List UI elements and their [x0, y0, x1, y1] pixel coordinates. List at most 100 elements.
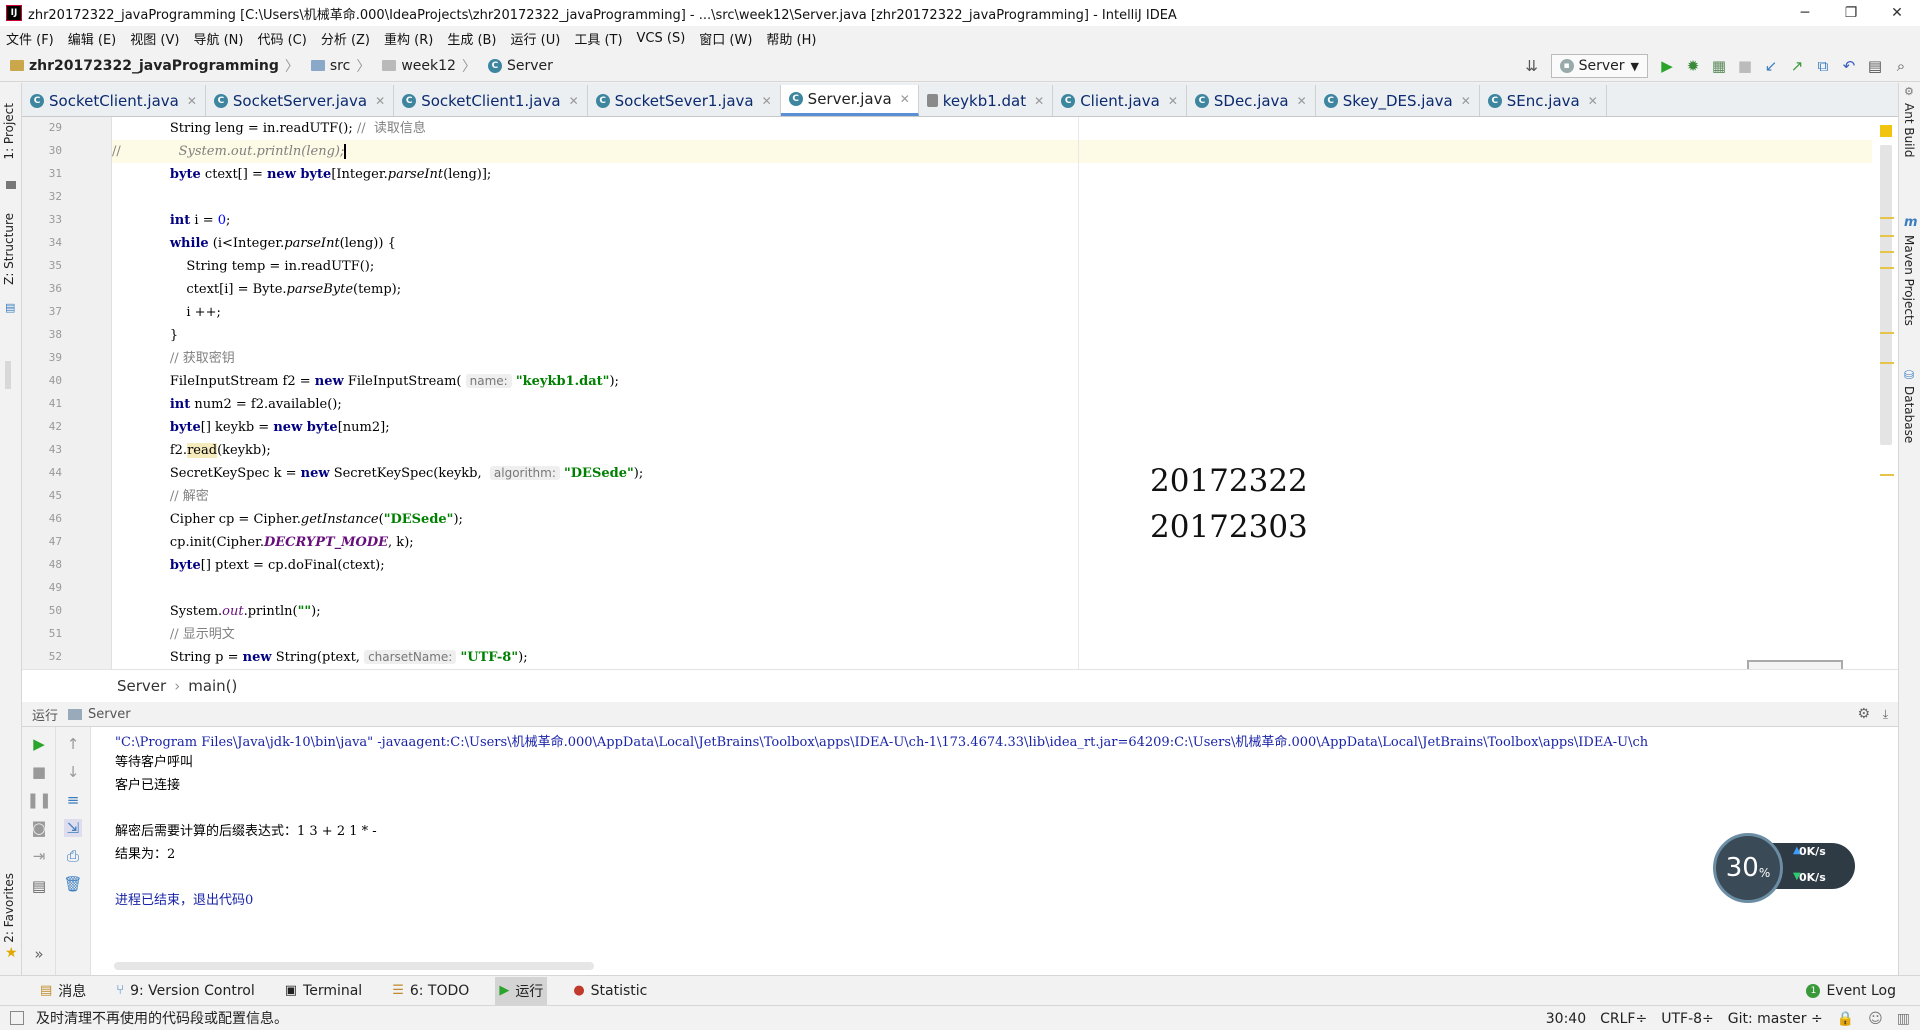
- file-encoding[interactable]: UTF-8÷: [1661, 1011, 1714, 1027]
- run-toolbar-secondary: ↑ ↓ ≡ ⇲ ⎙ 🗑: [56, 727, 91, 975]
- tab-statistic[interactable]: ● Statistic: [569, 977, 651, 1005]
- menu-tools[interactable]: 工具 (T): [574, 29, 622, 48]
- nav-project[interactable]: zhr20172322_javaProgramming 〉: [10, 56, 305, 76]
- build-icon[interactable]: ⇊: [1519, 54, 1545, 78]
- scroll-to-end-icon[interactable]: ⇲: [64, 819, 82, 837]
- coverage-icon[interactable]: ▦: [1706, 54, 1732, 78]
- event-log-button[interactable]: 1 Event Log: [1802, 977, 1900, 1005]
- tool-window-project[interactable]: 1: Project: [2, 103, 16, 160]
- code-editor[interactable]: 29 30 31 32 33 34 35 36 37 38 39 40 41 4…: [22, 117, 1898, 669]
- search-icon[interactable]: ⌕: [1888, 54, 1914, 78]
- settings-gear-icon[interactable]: ⚙: [1857, 706, 1870, 722]
- breadcrumb-class[interactable]: Server: [117, 677, 166, 695]
- line-separator[interactable]: CRLF÷: [1600, 1011, 1647, 1027]
- tool-window-ant-build[interactable]: Ant Build: [1902, 103, 1916, 157]
- tab-senc[interactable]: C SEnc.java ✕: [1480, 85, 1607, 116]
- dump-threads-icon[interactable]: ◙: [30, 819, 48, 837]
- caret-position[interactable]: 30:40: [1546, 1011, 1586, 1027]
- tab-socketsever1[interactable]: C SocketSever1.java ✕: [588, 85, 781, 116]
- code-area[interactable]: String leng = in.readUTF(); // 读取信息 // S…: [112, 117, 1872, 669]
- tab-keykb1[interactable]: keykb1.dat ✕: [919, 85, 1054, 116]
- memory-icon[interactable]: ▥: [1897, 1011, 1910, 1027]
- layout-icon[interactable]: ▤: [30, 877, 48, 895]
- debug-icon[interactable]: ✹: [1680, 54, 1706, 78]
- run-console[interactable]: "C:\Program Files\Java\jdk-10\bin\java" …: [91, 727, 1898, 975]
- run-configuration-select[interactable]: ▪ Server ▼: [1550, 54, 1648, 78]
- menu-edit[interactable]: 编辑 (E): [68, 29, 117, 48]
- menu-run[interactable]: 运行 (U): [511, 29, 561, 48]
- menu-help[interactable]: 帮助 (H): [766, 29, 816, 48]
- stop-icon[interactable]: ■: [1732, 54, 1758, 78]
- run-icon[interactable]: ▶: [1654, 54, 1680, 78]
- menu-navigate[interactable]: 导航 (N): [193, 29, 243, 48]
- exit-icon[interactable]: ⇥: [30, 847, 48, 865]
- print-icon[interactable]: ⎙: [64, 847, 82, 865]
- menu-refactor[interactable]: 重构 (R): [384, 29, 433, 48]
- tab-version-control[interactable]: ⑂ 9: Version Control: [112, 977, 258, 1005]
- console-horizontal-scrollbar[interactable]: [114, 962, 594, 970]
- tab-client[interactable]: C Client.java ✕: [1053, 85, 1187, 116]
- nav-package[interactable]: week12 〉: [382, 56, 482, 76]
- tab-socketclient1[interactable]: C SocketClient1.java ✕: [394, 85, 588, 116]
- close-icon[interactable]: ✕: [1034, 94, 1044, 108]
- menu-view[interactable]: 视图 (V): [130, 29, 179, 48]
- tab-server[interactable]: C Server.java ✕: [780, 85, 919, 116]
- tab-skey-des[interactable]: C Skey_DES.java ✕: [1316, 85, 1480, 116]
- clear-all-icon[interactable]: 🗑: [63, 875, 82, 893]
- tool-window-maven[interactable]: Maven Projects: [1902, 235, 1916, 326]
- hide-panel-icon[interactable]: ⤓: [1883, 707, 1888, 722]
- menu-file[interactable]: 文件 (F): [6, 29, 54, 48]
- close-icon[interactable]: ✕: [1461, 94, 1471, 108]
- tab-run[interactable]: ▶ 运行: [495, 976, 548, 1005]
- tab-terminal[interactable]: ▣ Terminal: [281, 977, 366, 1005]
- restore-button[interactable]: ❐: [1828, 0, 1874, 26]
- tab-socketclient[interactable]: C SocketClient.java ✕: [22, 85, 206, 116]
- menu-code[interactable]: 代码 (C): [257, 29, 306, 48]
- vcs-revert-icon[interactable]: ↶: [1836, 54, 1862, 78]
- editor-scroll-thumb[interactable]: [1880, 145, 1892, 445]
- menu-vcs[interactable]: VCS (S): [637, 31, 686, 46]
- vcs-commit-icon[interactable]: ↗: [1784, 54, 1810, 78]
- lock-icon[interactable]: 🔒: [1837, 1011, 1854, 1027]
- more-icon[interactable]: »: [30, 945, 48, 963]
- close-icon[interactable]: ✕: [1168, 94, 1178, 108]
- down-arrow-icon[interactable]: ↓: [64, 763, 82, 781]
- close-button[interactable]: ✕: [1874, 0, 1920, 26]
- tab-sdec[interactable]: C SDec.java ✕: [1187, 85, 1316, 116]
- tab-messages[interactable]: ▤ 消息: [36, 977, 90, 1005]
- close-icon[interactable]: ✕: [375, 94, 385, 108]
- status-toggle-icon[interactable]: [10, 1011, 24, 1025]
- menu-window[interactable]: 窗口 (W): [699, 29, 752, 48]
- rerun-icon[interactable]: ▶: [30, 735, 48, 753]
- close-icon[interactable]: ✕: [1588, 94, 1598, 108]
- tool-window-structure[interactable]: Z: Structure: [2, 213, 16, 285]
- vcs-update-icon[interactable]: ↙: [1758, 54, 1784, 78]
- close-icon[interactable]: ✕: [762, 94, 772, 108]
- vcs-compare-icon[interactable]: ⧉: [1810, 54, 1836, 78]
- tool-window-database[interactable]: Database: [1902, 386, 1916, 443]
- close-icon[interactable]: ✕: [900, 92, 910, 106]
- pause-icon[interactable]: ❚❚: [26, 791, 51, 809]
- menu-build[interactable]: 生成 (B): [447, 29, 496, 48]
- nav-class[interactable]: C Server: [487, 58, 553, 74]
- close-icon[interactable]: ✕: [187, 94, 197, 108]
- tab-socketserver[interactable]: C SocketServer.java ✕: [206, 85, 395, 116]
- minimize-button[interactable]: ─: [1782, 0, 1828, 26]
- menu-analyze[interactable]: 分析 (Z): [321, 29, 370, 48]
- tab-todo[interactable]: ☰ 6: TODO: [388, 977, 473, 1005]
- close-icon[interactable]: ✕: [569, 94, 579, 108]
- code-line: System.out.println("");: [112, 604, 321, 619]
- project-structure-icon[interactable]: ▤: [1862, 54, 1888, 78]
- tool-window-favorites[interactable]: 2: Favorites: [2, 873, 16, 943]
- close-icon[interactable]: ✕: [1297, 94, 1307, 108]
- soft-wrap-icon[interactable]: ≡: [64, 791, 82, 809]
- breadcrumb-method[interactable]: main(): [188, 677, 237, 695]
- up-arrow-icon[interactable]: ↑: [64, 735, 82, 753]
- hector-icon[interactable]: ☺: [1868, 1011, 1883, 1027]
- nav-src[interactable]: src 〉: [310, 56, 376, 76]
- run-panel-config[interactable]: Server: [88, 707, 131, 722]
- git-branch[interactable]: Git: master ÷: [1728, 1011, 1823, 1027]
- stop-icon[interactable]: ■: [30, 763, 48, 781]
- code-line: }: [112, 328, 179, 343]
